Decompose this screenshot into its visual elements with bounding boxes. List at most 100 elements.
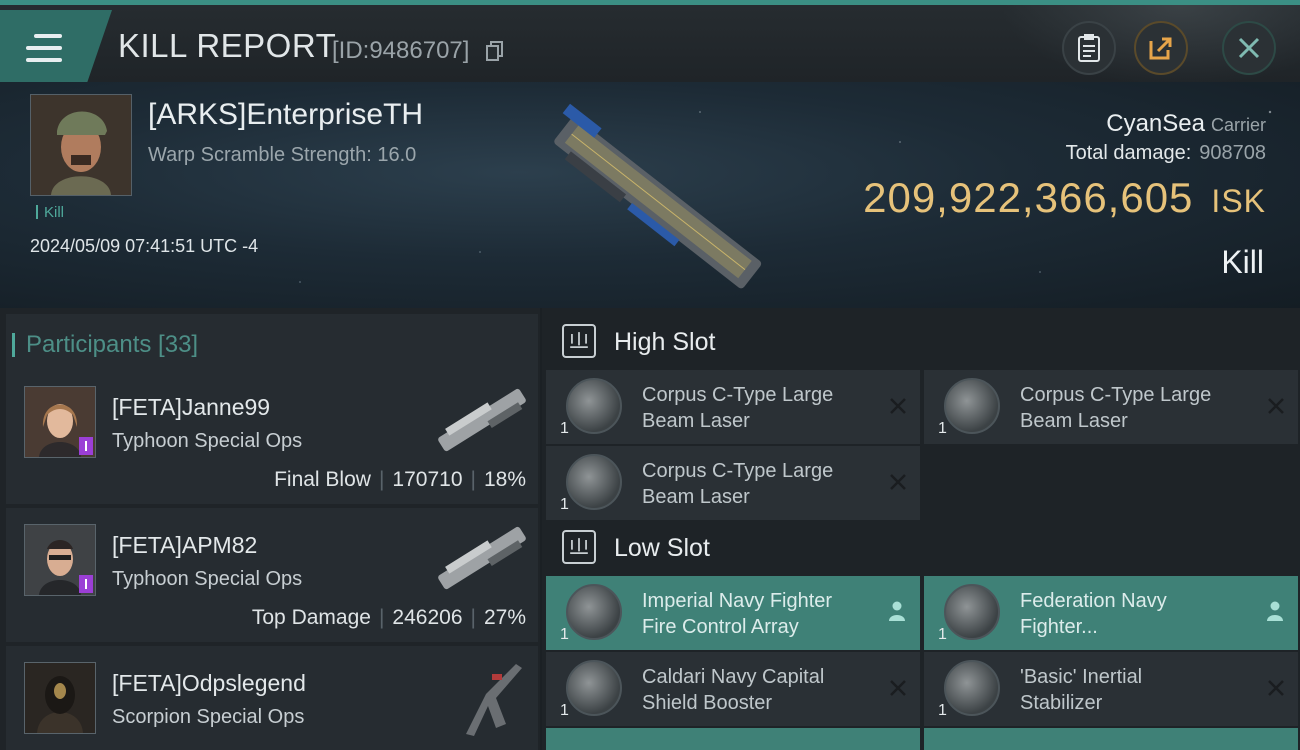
module-name: Imperial Navy Fighter Fire Control Array — [642, 588, 872, 640]
pilot-avatar-icon — [25, 663, 95, 733]
module-item[interactable]: 1 Caldari Navy Capital Shield Booster — [546, 652, 920, 726]
page-title: KILL REPORT — [118, 27, 337, 64]
participant-damage: 246206 — [392, 606, 463, 629]
warp-scramble-strength: Warp Scramble Strength: 16.0 — [148, 144, 417, 166]
module-item[interactable]: 1 'Basic' Inertial Stabilizer — [924, 652, 1298, 726]
participants-header[interactable]: Participants [33] — [6, 314, 538, 372]
dropped-user-icon — [1267, 601, 1283, 621]
victim-summary: [ARKS]EnterpriseTH Warp Scramble Strengt… — [0, 82, 1300, 308]
kill-type: Kill — [1221, 244, 1264, 280]
participant-row[interactable]: [FETA]APM82 Typhoon Special Ops Top Dama… — [6, 508, 538, 642]
participant-ship: Typhoon Special Ops — [112, 568, 303, 590]
fighter-module-icon — [944, 584, 1000, 640]
kill-tag: Kill — [36, 204, 64, 221]
share-icon — [1149, 37, 1172, 60]
module-name-line2: Shield Booster — [642, 692, 773, 714]
isk-unit: ISK — [1211, 183, 1266, 219]
carrier-ship-icon — [554, 103, 762, 289]
scorpion-ship-icon — [466, 664, 522, 736]
module-item-partial[interactable] — [546, 728, 920, 750]
participant-stats: Top Damage | 246206 | 27% — [251, 606, 526, 629]
participant-stats: Final Blow | 170710 | 18% — [274, 468, 526, 491]
high-slot-icon — [562, 324, 596, 358]
module-name: Corpus C-Type Large Beam Laser — [642, 458, 872, 510]
victim-portrait[interactable] — [30, 94, 132, 196]
fitting-panel: High Slot 1 Corpus C-Type Large Beam Lase… — [542, 308, 1300, 750]
module-name-line1: 'Basic' Inertial — [1020, 666, 1143, 688]
beam-laser-icon — [566, 454, 622, 510]
module-name: Corpus C-Type Large Beam Laser — [642, 382, 872, 434]
low-slot-icon — [562, 530, 596, 564]
clipboard-icon — [1078, 34, 1100, 62]
share-button[interactable] — [1134, 21, 1188, 75]
module-quantity: 1 — [938, 702, 947, 719]
module-quantity: 1 — [560, 702, 569, 719]
module-name: Corpus C-Type Large Beam Laser — [1020, 382, 1250, 434]
pilot-avatar-icon — [31, 95, 131, 195]
low-slot-title: Low Slot — [614, 534, 710, 562]
participant-avatar — [24, 524, 96, 596]
participant-avatar — [24, 662, 96, 734]
victim-name[interactable]: [ARKS]EnterpriseTH — [148, 98, 423, 132]
module-quantity: 1 — [938, 626, 947, 643]
module-item-partial[interactable] — [924, 728, 1298, 750]
kill-timestamp: 2024/05/09 07:41:51 UTC -4 — [30, 236, 259, 256]
participant-name: [FETA]APM82 — [112, 532, 258, 558]
module-name-line1: Corpus C-Type Large — [642, 460, 834, 482]
module-item[interactable]: 1 Corpus C-Type Large Beam Laser — [546, 370, 920, 444]
typhoon-ship-icon — [438, 526, 526, 590]
module-item[interactable]: 1 Corpus C-Type Large Beam Laser — [924, 370, 1298, 444]
low-slot-header: Low Slot — [546, 522, 1300, 578]
participant-role: Final Blow — [274, 468, 371, 491]
participant-row[interactable]: [FETA]Janne99 Typhoon Special Ops Final … — [6, 370, 538, 504]
total-damage-label: Total damage: — [1065, 142, 1192, 164]
module-name-line2: Beam Laser — [642, 486, 750, 508]
participants-label: Participants [33] — [11, 331, 199, 358]
corp-badge-icon — [79, 575, 93, 593]
module-name: 'Basic' Inertial Stabilizer — [1020, 664, 1250, 716]
destroyed-icon — [890, 474, 906, 490]
module-name-line1: Federation Navy — [1020, 590, 1167, 612]
menu-button[interactable] — [0, 10, 112, 82]
destroyed-icon — [1268, 398, 1284, 414]
total-damage-value: 908708 — [1199, 142, 1266, 164]
beam-laser-icon — [566, 378, 622, 434]
participant-percent: 18% — [483, 468, 526, 491]
beam-laser-icon — [944, 378, 1000, 434]
close-button[interactable] — [1222, 21, 1276, 75]
participant-name: [FETA]Odpslegend — [112, 670, 306, 696]
module-item[interactable]: 1 Imperial Navy Fighter Fire Control Arra… — [546, 576, 920, 650]
module-name-line2: Beam Laser — [1020, 410, 1128, 432]
participant-role: Top Damage — [251, 606, 371, 629]
module-quantity: 1 — [560, 420, 569, 437]
module-name: Federation Navy Fighter... — [1020, 588, 1250, 640]
participant-ship: Typhoon Special Ops — [112, 430, 303, 452]
destroyed-icon — [1268, 680, 1284, 696]
report-id: [ID:9486707] — [332, 37, 470, 64]
destroyed-icon — [890, 680, 906, 696]
participant-row[interactable]: [FETA]Odpslegend Scorpion Special Ops — [6, 646, 538, 750]
close-icon — [1238, 37, 1260, 59]
participant-damage: 170710 — [392, 468, 463, 491]
participants-panel: Participants [33] [FETA]Janne99 Typhoon … — [0, 308, 540, 750]
typhoon-ship-icon — [438, 388, 526, 452]
destroyed-icon — [890, 398, 906, 414]
module-item[interactable]: 1 Corpus C-Type Large Beam Laser — [546, 446, 920, 520]
isk-value: 209,922,366,605 ISK — [863, 174, 1266, 222]
isk-amount: 209,922,366,605 — [863, 174, 1194, 221]
module-item[interactable]: 1 Federation Navy Fighter... — [924, 576, 1298, 650]
clipboard-button[interactable] — [1062, 21, 1116, 75]
module-name-line1: Imperial Navy Fighter — [642, 590, 833, 612]
participant-name: [FETA]Janne99 — [112, 394, 271, 420]
module-name-line2: Stabilizer — [1020, 692, 1103, 714]
module-name: Caldari Navy Capital Shield Booster — [642, 664, 872, 716]
module-name-line1: Caldari Navy Capital — [642, 666, 825, 688]
module-name-line1: Corpus C-Type Large — [1020, 384, 1212, 406]
shield-booster-icon — [566, 660, 622, 716]
victim-ship[interactable]: CyanSea Carrier — [1106, 110, 1266, 138]
module-quantity: 1 — [560, 496, 569, 513]
module-name-line1: Corpus C-Type Large — [642, 384, 834, 406]
copy-icon[interactable] — [486, 41, 504, 61]
module-quantity: 1 — [938, 420, 947, 437]
module-name-line2: Fire Control Array — [642, 616, 799, 638]
